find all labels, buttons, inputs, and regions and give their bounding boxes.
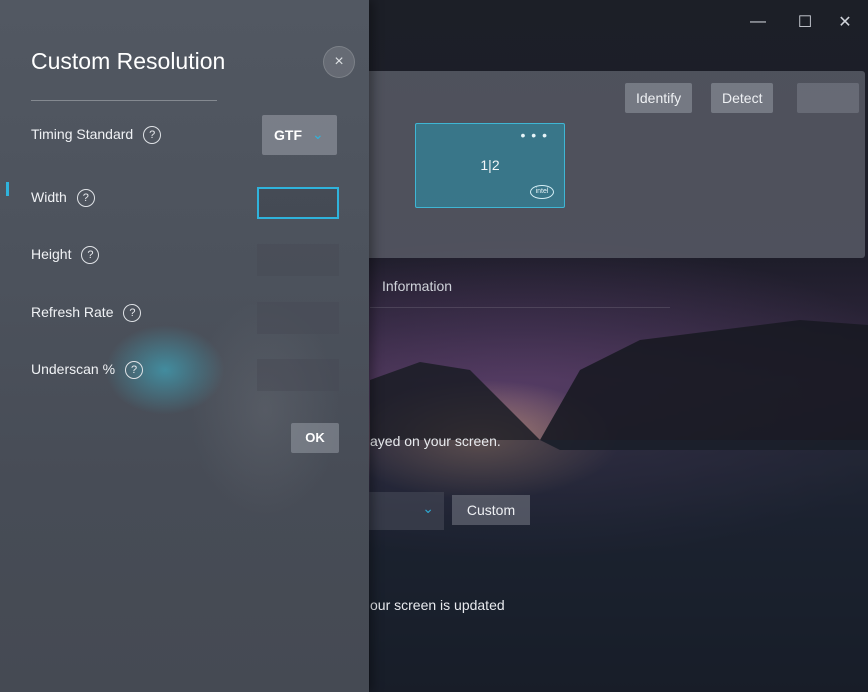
monitor-menu-icon[interactable]: • • • [521, 127, 548, 143]
ok-button[interactable]: OK [291, 423, 339, 453]
maximize-button[interactable]: ☐ [790, 8, 820, 36]
width-field[interactable] [257, 187, 339, 219]
monitor-label: 1|2 [480, 157, 500, 173]
window-close-button[interactable]: ✕ [830, 8, 860, 36]
refresh-rate-input[interactable] [257, 302, 339, 334]
monitor-tile[interactable]: • • • 1|2 intel [415, 123, 565, 208]
underscan-row: Underscan %? [31, 361, 144, 380]
width-input[interactable] [259, 189, 337, 217]
chevron-down-icon: ⌄ [312, 126, 324, 142]
height-input[interactable] [257, 244, 339, 276]
help-icon[interactable]: ? [125, 361, 144, 380]
timing-standard-row: Timing Standard? [31, 126, 162, 145]
tab-information[interactable]: Information [382, 278, 452, 294]
dialog-title: Custom Resolution [31, 48, 226, 74]
refresh-description: our screen is updated [370, 597, 505, 613]
chevron-down-icon: ⌄ [422, 500, 434, 516]
apply-button[interactable] [797, 83, 859, 113]
help-icon[interactable]: ? [143, 126, 162, 145]
help-icon[interactable]: ? [81, 246, 100, 265]
refresh-rate-label: Refresh Rate [31, 304, 114, 320]
custom-resolution-dialog: Custom Resolution × Timing Standard? GTF… [0, 0, 369, 692]
help-icon[interactable]: ? [123, 304, 142, 323]
custom-resolution-button[interactable]: Custom [452, 495, 530, 525]
detect-button[interactable]: Detect [711, 83, 774, 113]
height-field[interactable] [257, 244, 339, 276]
underscan-label: Underscan % [31, 361, 116, 377]
refresh-rate-field[interactable] [257, 302, 339, 334]
minimize-button[interactable]: — [743, 8, 773, 36]
width-row: Width? [31, 189, 95, 208]
timing-standard-value: GTF [274, 127, 302, 143]
height-label: Height [31, 246, 72, 262]
underscan-input[interactable] [257, 359, 339, 391]
underscan-field[interactable] [257, 359, 339, 391]
help-icon[interactable]: ? [76, 189, 95, 208]
timing-standard-label: Timing Standard [31, 126, 134, 142]
tab-divider [370, 307, 670, 308]
resolution-description: ayed on your screen. [370, 433, 501, 449]
width-label: Width [31, 189, 67, 205]
close-icon[interactable]: × [323, 46, 355, 78]
selection-accent [6, 182, 9, 196]
refresh-rate-row: Refresh Rate? [31, 304, 142, 323]
display-arrangement-panel: Identify Detect • • • 1|2 intel [345, 71, 865, 258]
timing-standard-dropdown[interactable]: GTF ⌄ [262, 115, 337, 155]
title-divider [31, 100, 217, 101]
height-row: Height? [31, 246, 100, 265]
identify-button[interactable]: Identify [625, 83, 693, 113]
intel-logo-icon: intel [530, 185, 554, 199]
